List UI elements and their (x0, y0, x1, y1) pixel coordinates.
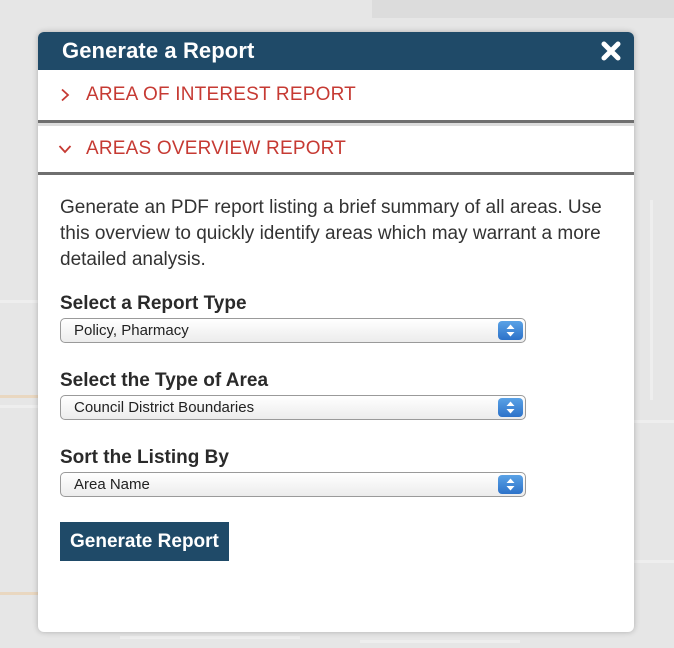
sort-by-label: Sort the Listing By (60, 447, 229, 468)
accordion-item-areas-overview[interactable]: AREAS OVERVIEW REPORT (38, 123, 634, 175)
select-arrows-icon (498, 398, 523, 417)
select-value: Council District Boundaries (74, 399, 255, 416)
sort-by-select[interactable]: Area Name (60, 472, 526, 497)
close-icon[interactable] (600, 40, 622, 62)
accordion-label: AREA OF INTEREST REPORT (86, 84, 356, 105)
select-arrows-icon (498, 475, 523, 494)
chevron-down-icon (58, 145, 72, 154)
select-value: Policy, Pharmacy (74, 322, 189, 339)
accordion-item-area-of-interest[interactable]: AREA OF INTEREST REPORT (38, 70, 634, 123)
dialog-header: Generate a Report (38, 32, 634, 70)
panel-description: Generate an PDF report listing a brief s… (60, 197, 602, 270)
report-type-label: Select a Report Type (60, 293, 247, 314)
report-type-select[interactable]: Policy, Pharmacy (60, 318, 526, 343)
chevron-right-icon (61, 88, 70, 102)
select-arrows-icon (498, 321, 523, 340)
area-type-label: Select the Type of Area (60, 370, 269, 391)
accordion-label: AREAS OVERVIEW REPORT (86, 138, 347, 159)
generate-report-button[interactable]: Generate Report (60, 522, 229, 561)
generate-report-dialog: Generate a Report AREA OF INTEREST REPOR… (38, 32, 634, 632)
area-type-select[interactable]: Council District Boundaries (60, 395, 526, 420)
select-value: Area Name (74, 476, 150, 493)
dialog-title: Generate a Report (62, 38, 255, 63)
areas-overview-panel: Generate an PDF report listing a brief s… (38, 175, 634, 561)
